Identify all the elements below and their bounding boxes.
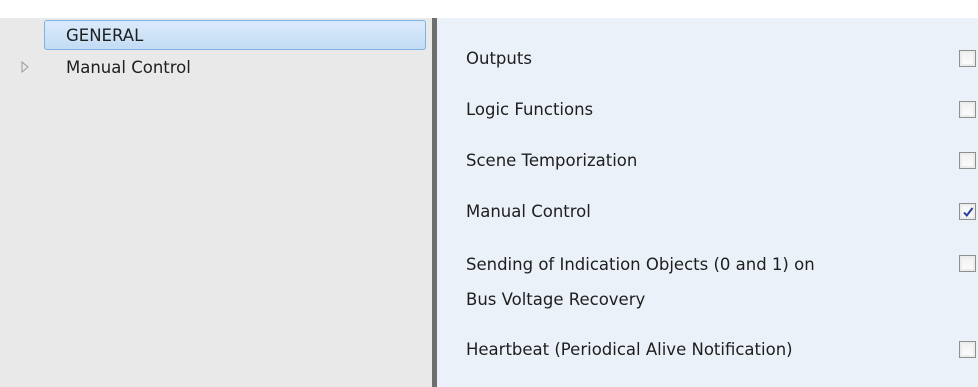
triangle-right-icon[interactable] (20, 60, 30, 74)
param-label: Scene Temporization (466, 151, 638, 170)
check-mark-icon (962, 206, 973, 217)
outputs-checkbox[interactable] (959, 50, 976, 67)
param-label: Logic Functions (466, 100, 594, 119)
tree-item-label: GENERAL (66, 25, 144, 45)
parameter-window: GENERAL Manual Control Outputs Logic Fun… (0, 18, 978, 387)
param-label: Sending of Indication Objects (0 and 1) … (466, 247, 906, 317)
param-label: Heartbeat (Periodical Alive Notification… (466, 340, 793, 359)
heartbeat-checkbox[interactable] (959, 341, 976, 358)
param-row-outputs: Outputs (466, 42, 976, 75)
param-label-line: Bus Voltage Recovery (466, 290, 646, 309)
tree-panel: GENERAL Manual Control (0, 18, 432, 387)
scene-temporization-checkbox[interactable] (959, 152, 976, 169)
tree-item-label: Manual Control (66, 57, 191, 77)
logic-functions-checkbox[interactable] (959, 101, 976, 118)
param-label: Outputs (466, 49, 532, 68)
param-label: Manual Control (466, 202, 591, 221)
tree-item-general[interactable]: GENERAL (44, 20, 426, 50)
param-row-manual-control: Manual Control (466, 195, 976, 228)
param-row-heartbeat: Heartbeat (Periodical Alive Notification… (466, 333, 976, 366)
sending-indication-checkbox[interactable] (959, 255, 976, 272)
param-row-logic-functions: Logic Functions (466, 93, 976, 126)
param-row-scene-temporization: Scene Temporization (466, 144, 976, 177)
manual-control-checkbox[interactable] (959, 203, 976, 220)
param-row-sending-indication: Sending of Indication Objects (0 and 1) … (466, 247, 976, 317)
tree-item-manual-control[interactable]: Manual Control (20, 52, 426, 82)
parameters-panel: Outputs Logic Functions Scene Temporizat… (437, 18, 978, 387)
param-label-line: Sending of Indication Objects (0 and 1) … (466, 255, 815, 274)
